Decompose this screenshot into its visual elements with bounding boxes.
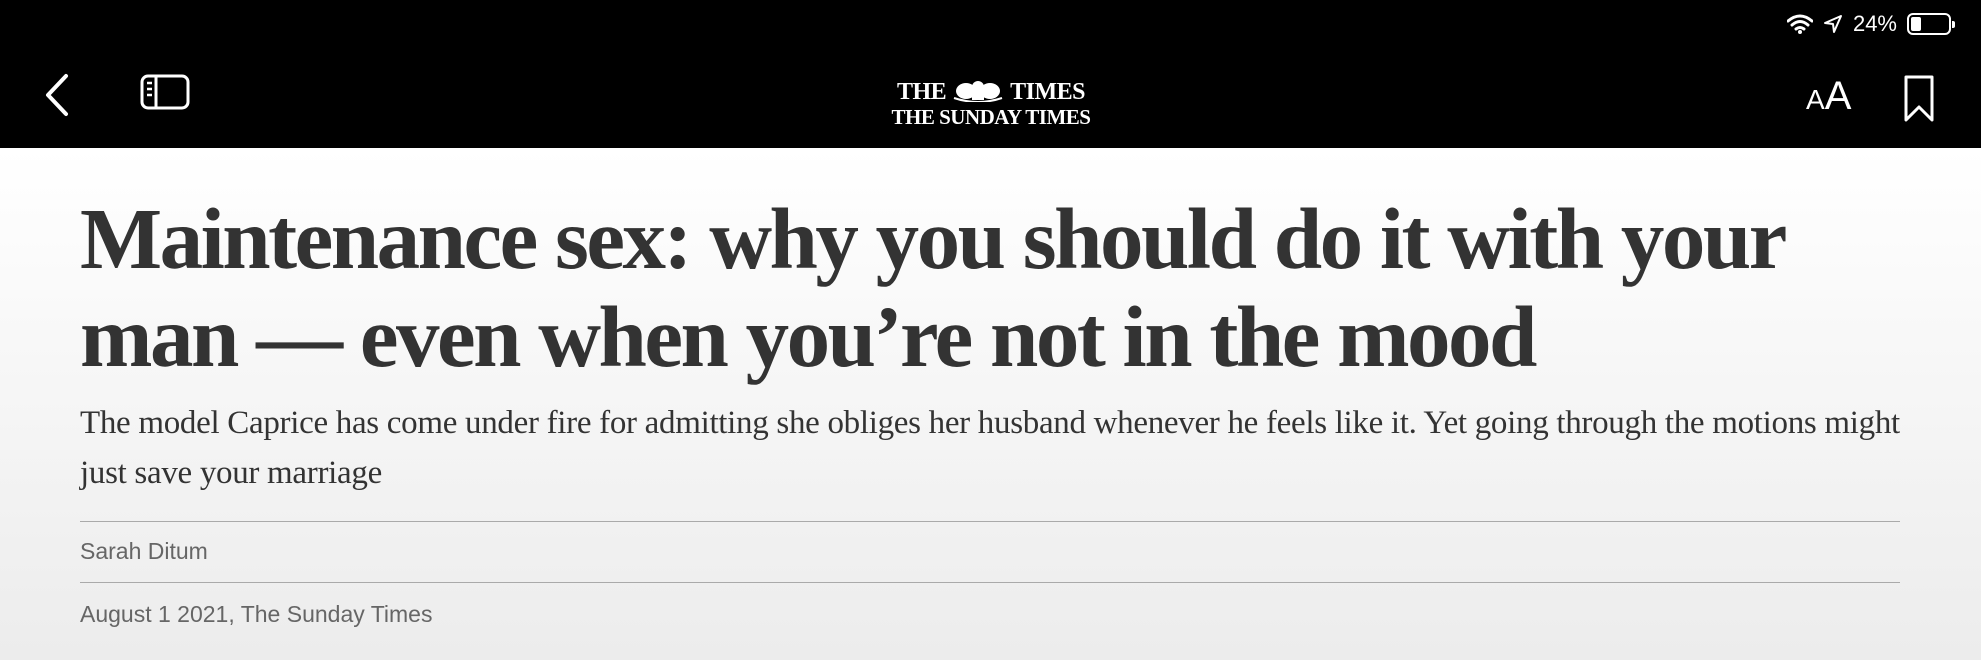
battery-icon — [1907, 13, 1955, 35]
logo-the: THE — [896, 79, 947, 105]
times-logo: THE TIMES THE SUNDAY TIMES — [888, 78, 1094, 128]
top-bar: 24% THE TIMES THE SUNDAY TIMES A A — [0, 0, 1981, 148]
divider — [80, 521, 1900, 522]
article-standfirst: The model Caprice has come under fire fo… — [80, 405, 1900, 491]
crest-icon — [950, 78, 1006, 106]
location-arrow-icon — [1823, 14, 1843, 34]
chevron-left-icon[interactable] — [42, 72, 72, 123]
text-size-icon[interactable]: A A — [1806, 74, 1851, 119]
wifi-icon — [1786, 14, 1813, 34]
text-size-large-label: A — [1824, 74, 1852, 118]
text-size-small-label: A — [1806, 84, 1825, 115]
logo-sunday-times: THE SUNDAY TIMES — [891, 105, 1091, 129]
bookmark-icon[interactable] — [1902, 74, 1936, 129]
sidebar-icon[interactable] — [140, 72, 190, 117]
battery-text: 24% — [1852, 11, 1897, 36]
author-name[interactable]: Sarah Ditum — [80, 538, 208, 565]
divider — [80, 582, 1900, 583]
status-bar: 24% — [1786, 10, 1955, 38]
logo-times: TIMES — [1010, 79, 1086, 105]
article-dateline: August 1 2021, The Sunday Times — [80, 601, 433, 627]
article-headline: Maintenance sex: why you should do it wi… — [80, 190, 1786, 385]
